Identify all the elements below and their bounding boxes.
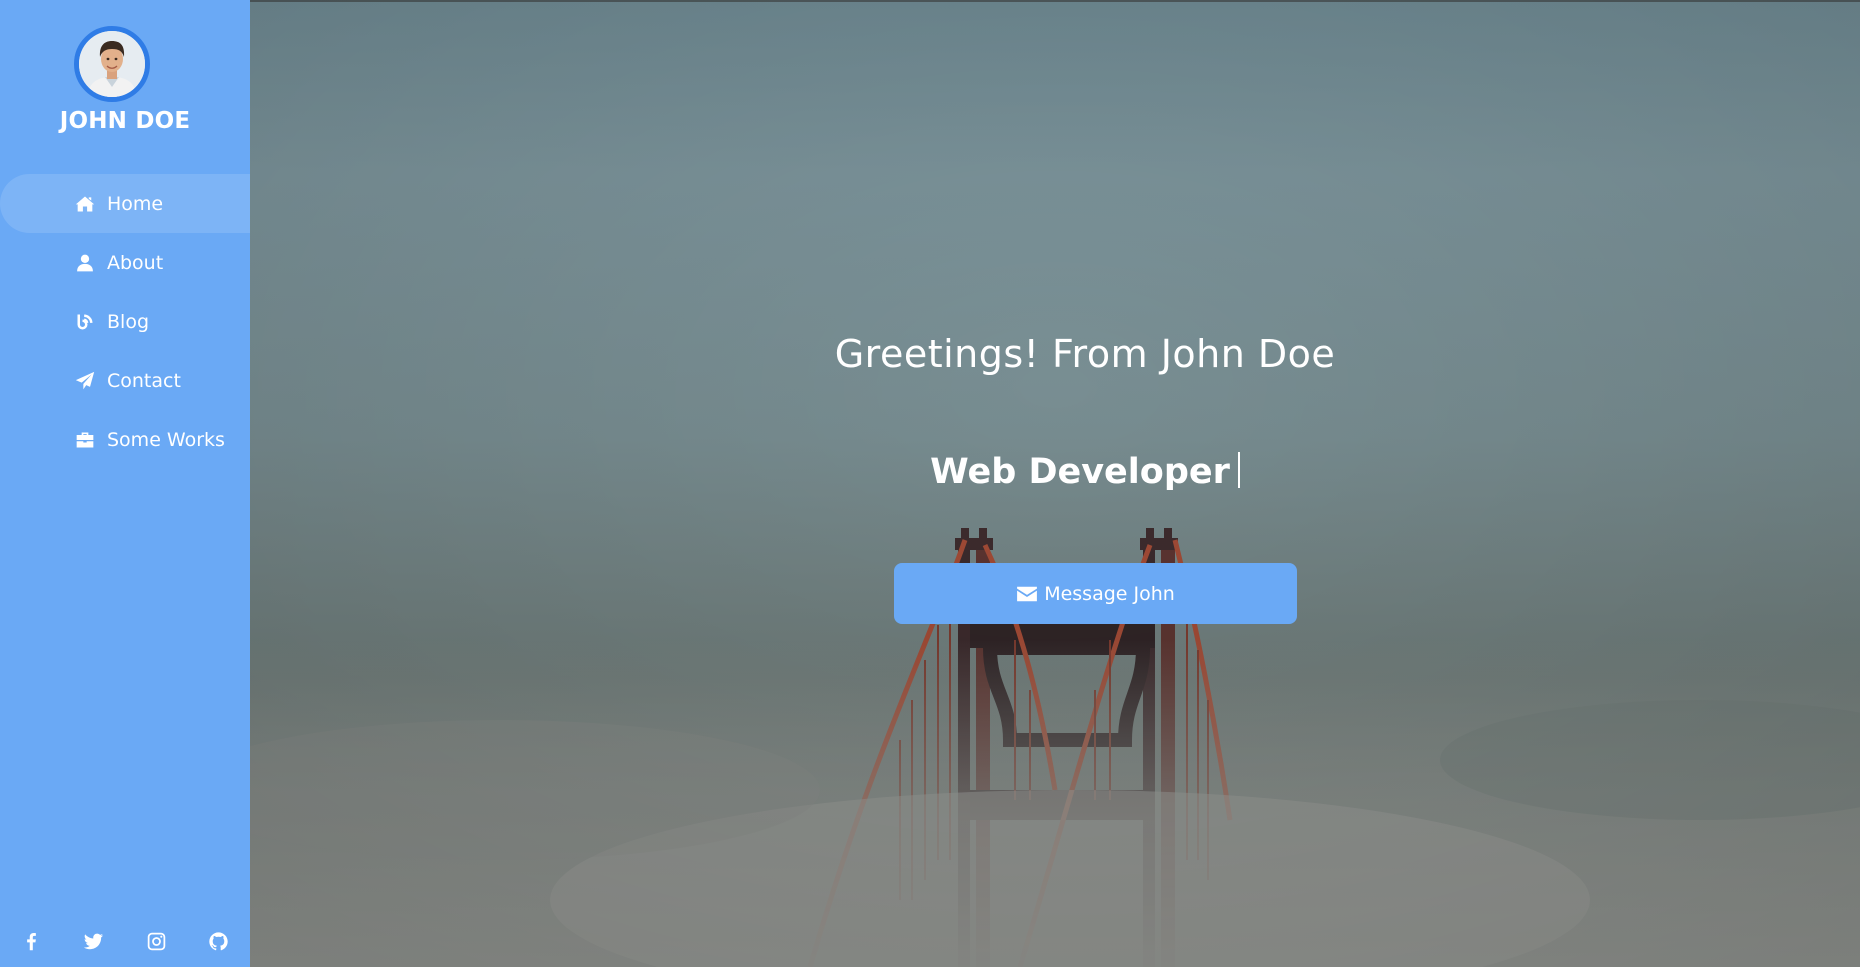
sidebar-nav: Home About Blog Contact Some Works: [0, 174, 250, 469]
typing-cursor: [1237, 452, 1240, 488]
sidebar-item-home[interactable]: Home: [0, 174, 250, 233]
hero-section: Greetings! From John Doe Web Developer M…: [250, 0, 1860, 967]
paper-plane-icon: [74, 370, 96, 392]
user-icon: [74, 252, 96, 274]
sidebar-item-contact[interactable]: Contact: [0, 351, 250, 410]
sidebar-item-label: Blog: [107, 310, 149, 333]
github-link[interactable]: [205, 928, 231, 954]
sidebar-item-blog[interactable]: Blog: [0, 292, 250, 351]
sidebar-item-label: Some Works: [107, 428, 225, 451]
instagram-icon: [147, 932, 165, 950]
message-button-label: Message John: [1044, 582, 1175, 605]
envelope-icon: [1017, 586, 1038, 601]
sidebar-item-some-works[interactable]: Some Works: [0, 410, 250, 469]
sidebar-item-label: About: [107, 251, 164, 274]
home-icon: [74, 193, 96, 215]
github-icon: [208, 931, 228, 950]
twitter-icon: [83, 933, 103, 949]
sidebar-item-about[interactable]: About: [0, 233, 250, 292]
profile-name: JOHN DOE: [59, 108, 191, 134]
twitter-link[interactable]: [80, 928, 106, 954]
instagram-link[interactable]: [143, 928, 169, 954]
facebook-link[interactable]: [18, 928, 44, 954]
role-text: Web Developer: [930, 452, 1230, 492]
hero-role: Web Developer: [250, 452, 1860, 492]
blog-icon: [74, 311, 96, 333]
hero-greeting: Greetings! From John Doe: [834, 332, 1336, 376]
sidebar: JOHN DOE Home About Blog Contact Some Wo…: [0, 0, 250, 967]
facebook-icon: [26, 932, 36, 950]
social-links: [0, 924, 250, 956]
app: JOHN DOE Home About Blog Contact Some Wo…: [0, 0, 1860, 967]
sidebar-item-label: Contact: [107, 369, 181, 392]
avatar-image: [79, 31, 145, 97]
message-button[interactable]: Message John: [894, 563, 1297, 624]
briefcase-icon: [74, 429, 96, 451]
avatar[interactable]: [74, 26, 150, 102]
sidebar-item-label: Home: [107, 192, 164, 215]
